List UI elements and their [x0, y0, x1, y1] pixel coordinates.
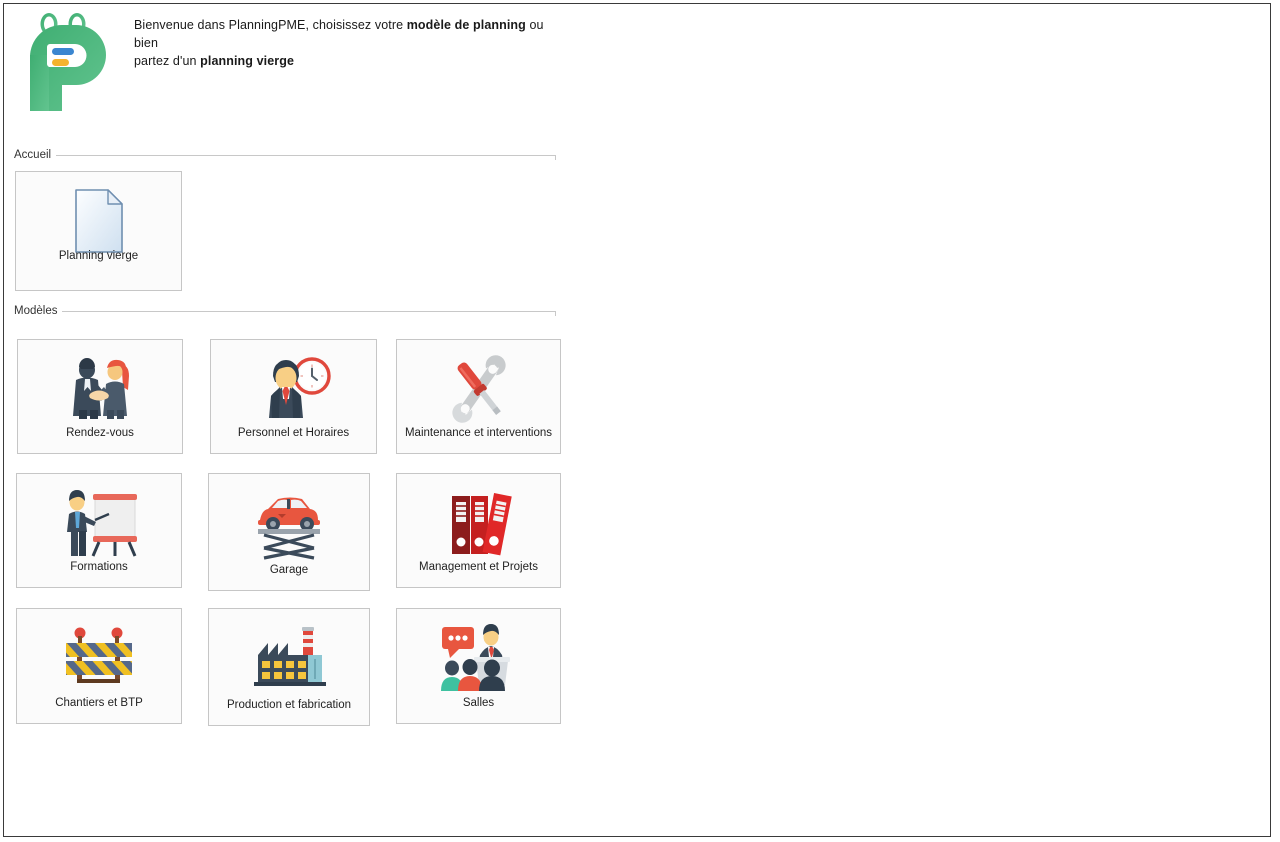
tile-label: Personnel et Horaires — [237, 427, 350, 439]
welcome-text-3: partez d'un — [134, 54, 201, 68]
tile-label: Chantiers et BTP — [55, 697, 143, 709]
welcome-emphasis-2: planning vierge — [200, 54, 295, 68]
tile-label: Maintenance et interventions — [404, 427, 553, 439]
tile-label: Planning vierge — [58, 250, 139, 262]
tile-planning-vierge[interactable]: Planning vierge — [15, 171, 182, 291]
factory-icon — [209, 619, 369, 697]
tile-formations[interactable]: Formations — [16, 473, 182, 588]
tile-rendez-vous[interactable]: Rendez-vous — [17, 339, 183, 454]
tile-label: Garage — [269, 564, 309, 576]
tile-label: Salles — [462, 697, 495, 709]
group-header-modeles: Modèles — [14, 305, 63, 317]
planningpme-logo — [16, 11, 108, 113]
tile-maintenance-et-interventions[interactable]: Maintenance et interventions — [396, 339, 561, 454]
tile-salles[interactable]: Salles — [396, 608, 561, 724]
tile-label: Management et Projets — [419, 561, 538, 573]
handshake-icon — [18, 350, 182, 428]
header: Bienvenue dans PlanningPME, choisissez v… — [4, 4, 1270, 129]
tile-label: Rendez-vous — [66, 427, 134, 439]
tile-production-et-fabrication[interactable]: Production et fabrication — [208, 608, 370, 726]
tile-garage[interactable]: Garage — [208, 473, 370, 591]
group-rule-modeles-end — [555, 311, 556, 316]
blank-document-icon — [16, 182, 181, 260]
group-header-accueil: Accueil — [14, 149, 57, 161]
wrench-screwdriver-icon — [397, 350, 560, 428]
welcome-text-1: Bienvenue dans PlanningPME, choisissez v… — [134, 18, 407, 32]
tile-label: Production et fabrication — [226, 699, 352, 711]
tile-management-et-projets[interactable]: Management et Projets — [396, 473, 561, 588]
welcome-message: Bienvenue dans PlanningPME, choisissez v… — [134, 16, 564, 70]
tile-label: Formations — [70, 561, 128, 573]
car-lift-icon — [209, 484, 369, 562]
binders-icon — [397, 484, 560, 562]
group-rule-accueil — [50, 155, 555, 156]
businessman-clock-icon — [211, 350, 376, 428]
trainer-flipchart-icon — [17, 484, 181, 562]
tile-personnel-et-horaires[interactable]: Personnel et Horaires — [210, 339, 377, 454]
conference-speaker-icon — [397, 619, 560, 697]
group-rule-accueil-end — [555, 155, 556, 160]
road-barrier-icon — [17, 619, 181, 697]
welcome-emphasis-1: modèle de planning — [406, 18, 526, 32]
group-rule-modeles — [56, 311, 555, 312]
planningpme-template-chooser-window: Bienvenue dans PlanningPME, choisissez v… — [3, 3, 1271, 837]
tile-chantiers-et-btp[interactable]: Chantiers et BTP — [16, 608, 182, 724]
